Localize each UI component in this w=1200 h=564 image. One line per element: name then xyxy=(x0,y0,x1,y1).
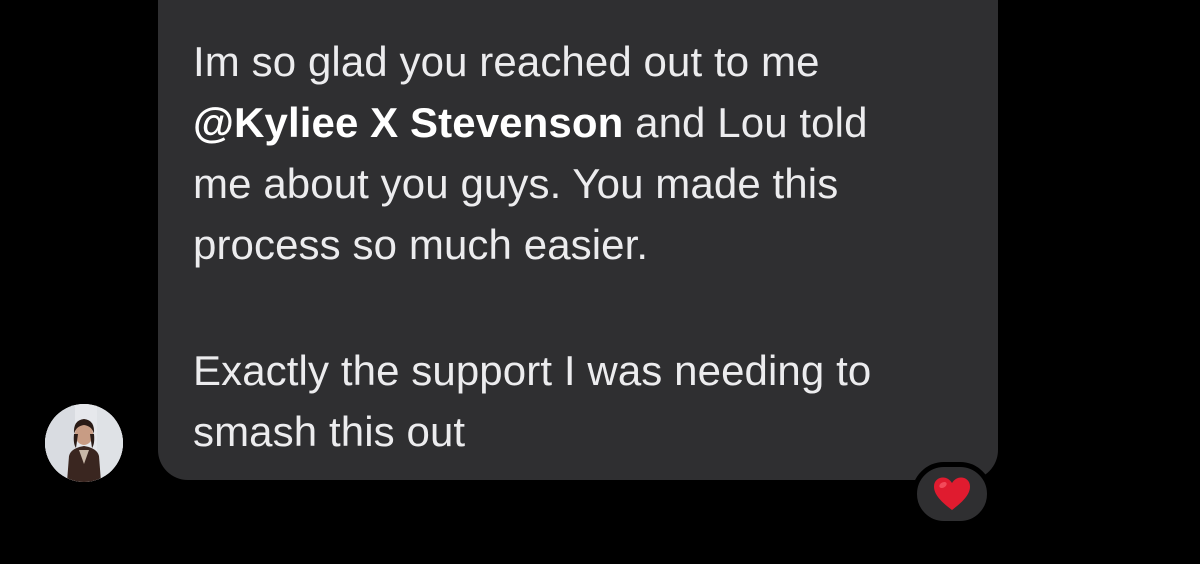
message-line: process so much easier. xyxy=(193,221,649,268)
message-line: smash this out xyxy=(193,408,466,455)
message-bubble[interactable]: Im so glad you reached out to me @Kyliee… xyxy=(158,0,998,480)
message-line: Exactly the support I was needing to xyxy=(193,347,872,394)
heart-reaction[interactable] xyxy=(912,462,992,526)
message-line: Im so glad you reached out to me xyxy=(193,38,820,85)
message-line: me about you guys. You made this xyxy=(193,160,839,207)
message-paragraph: Exactly the support I was needing to sma… xyxy=(193,340,871,462)
chat-thread: Im so glad you reached out to me @Kyliee… xyxy=(0,0,1200,564)
user-mention[interactable]: @Kyliee X Stevenson xyxy=(193,99,623,146)
message-text: and Lou told xyxy=(623,99,868,146)
message-line: @Kyliee X Stevenson and Lou told xyxy=(193,92,868,153)
red-heart-icon xyxy=(934,477,970,510)
profile-photo-icon xyxy=(45,404,123,482)
sender-avatar[interactable] xyxy=(45,404,123,482)
message-paragraph: Im so glad you reached out to me @Kyliee… xyxy=(193,31,868,275)
